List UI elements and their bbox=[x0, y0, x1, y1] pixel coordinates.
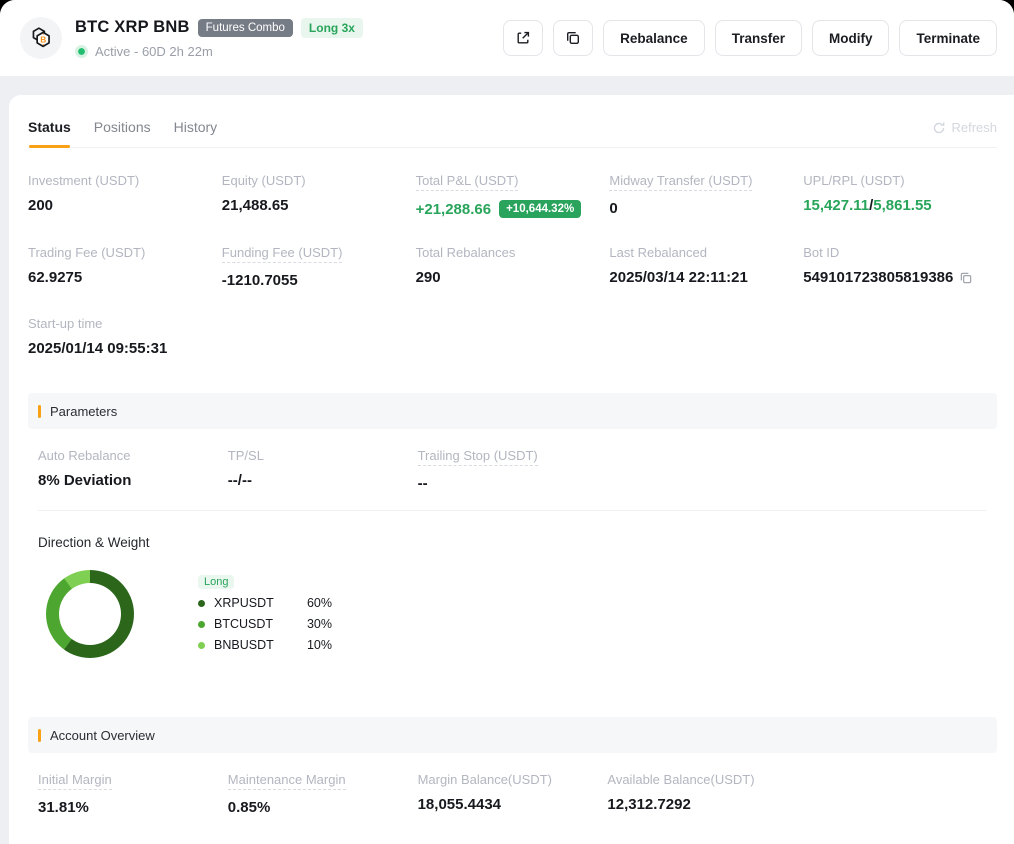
account-available-balance: Available Balance(USDT) 12,312.7292 bbox=[607, 771, 797, 816]
account-initial-margin: Initial Margin 31.81% bbox=[38, 771, 228, 816]
refresh-icon bbox=[932, 121, 946, 135]
stat-investment: Investment (USDT) 200 bbox=[28, 172, 222, 218]
active-status-dot bbox=[75, 45, 88, 58]
bot-status-card: Status Positions History Refresh Investm… bbox=[9, 95, 1014, 844]
legend-dot bbox=[198, 642, 205, 649]
parameters-fields: Auto Rebalance 8% Deviation TP/SL --/-- … bbox=[38, 447, 987, 492]
legend-row-xrp: XRPUSDT 60% bbox=[198, 596, 332, 610]
account-margin-balance: Margin Balance(USDT) 18,055.4434 bbox=[418, 771, 608, 816]
stat-last-rebalanced: Last Rebalanced 2025/03/14 22:11:21 bbox=[609, 244, 803, 289]
refresh-button[interactable]: Refresh bbox=[932, 120, 997, 147]
stat-total-rebalances: Total Rebalances 290 bbox=[416, 244, 610, 289]
legend-dot bbox=[198, 621, 205, 628]
donut-legend: Long XRPUSDT 60% BTCUSDT 30% bbox=[198, 572, 332, 659]
param-trailing-stop: Trailing Stop (USDT) -- bbox=[418, 447, 608, 492]
tab-status[interactable]: Status bbox=[28, 119, 71, 147]
parameters-section: Parameters Auto Rebalance 8% Deviation T… bbox=[28, 393, 997, 659]
param-tp-sl: TP/SL --/-- bbox=[228, 447, 418, 492]
stat-bot-id: Bot ID 549101723805819386 bbox=[803, 244, 997, 289]
orange-accent-bar bbox=[38, 729, 41, 742]
bot-logo: B bbox=[20, 17, 62, 59]
status-stats-grid: Investment (USDT) 200 Equity (USDT) 21,4… bbox=[28, 148, 997, 357]
legend-dot bbox=[198, 600, 205, 607]
parameters-section-header: Parameters bbox=[28, 393, 997, 429]
external-link-icon bbox=[515, 30, 531, 46]
copy-bot-id-icon[interactable] bbox=[959, 271, 973, 285]
account-overview-header: Account Overview bbox=[28, 717, 997, 753]
bot-status-text: Active - 60D 2h 22m bbox=[95, 44, 213, 59]
stat-total-pnl: Total P&L (USDT) +21,288.66 +10,644.32% bbox=[416, 172, 610, 218]
bot-detail-window: B BTC XRP BNB Futures Combo Long 3x Acti… bbox=[0, 0, 1014, 844]
tab-bar: Status Positions History Refresh bbox=[28, 95, 997, 148]
header-bar: B BTC XRP BNB Futures Combo Long 3x Acti… bbox=[0, 0, 1014, 76]
stat-funding-fee: Funding Fee (USDT) -1210.7055 bbox=[222, 244, 416, 289]
tab-positions[interactable]: Positions bbox=[94, 119, 151, 147]
stat-upl-rpl: UPL/RPL (USDT) 15,427.11/5,861.55 bbox=[803, 172, 997, 218]
bot-title: BTC XRP BNB bbox=[75, 18, 190, 37]
tab-history[interactable]: History bbox=[174, 119, 218, 147]
param-auto-rebalance: Auto Rebalance 8% Deviation bbox=[38, 447, 228, 492]
account-overview-section: Account Overview Initial Margin 31.81% M… bbox=[28, 717, 997, 816]
bot-type-badge: Futures Combo bbox=[198, 19, 293, 37]
leverage-badge: Long 3x bbox=[301, 18, 363, 38]
direction-weight-title: Direction & Weight bbox=[38, 535, 987, 550]
stat-startup-time: Start-up time 2025/01/14 09:55:31 bbox=[28, 315, 222, 357]
duplicate-button[interactable] bbox=[553, 20, 593, 56]
modify-button[interactable]: Modify bbox=[812, 20, 890, 56]
account-fields: Initial Margin 31.81% Maintenance Margin… bbox=[38, 771, 987, 816]
stat-trading-fee: Trading Fee (USDT) 62.9275 bbox=[28, 244, 222, 289]
futures-combo-hexagon-icon: B bbox=[27, 24, 55, 52]
share-button[interactable] bbox=[503, 20, 543, 56]
pnl-percent-badge: +10,644.32% bbox=[499, 200, 581, 218]
transfer-button[interactable]: Transfer bbox=[715, 20, 802, 56]
stat-equity: Equity (USDT) 21,488.65 bbox=[222, 172, 416, 218]
direction-weight-donut bbox=[46, 570, 134, 658]
rebalance-button[interactable]: Rebalance bbox=[603, 20, 705, 56]
legend-row-btc: BTCUSDT 30% bbox=[198, 617, 332, 631]
long-direction-badge: Long bbox=[198, 575, 234, 589]
account-maintenance-margin: Maintenance Margin 0.85% bbox=[228, 771, 418, 816]
copy-icon bbox=[565, 30, 581, 46]
orange-accent-bar bbox=[38, 405, 41, 418]
terminate-button[interactable]: Terminate bbox=[899, 20, 997, 56]
svg-text:B: B bbox=[40, 35, 46, 45]
divider bbox=[38, 510, 987, 511]
stat-midway-transfer: Midway Transfer (USDT) 0 bbox=[609, 172, 803, 218]
legend-row-bnb: BNBUSDT 10% bbox=[198, 638, 332, 652]
